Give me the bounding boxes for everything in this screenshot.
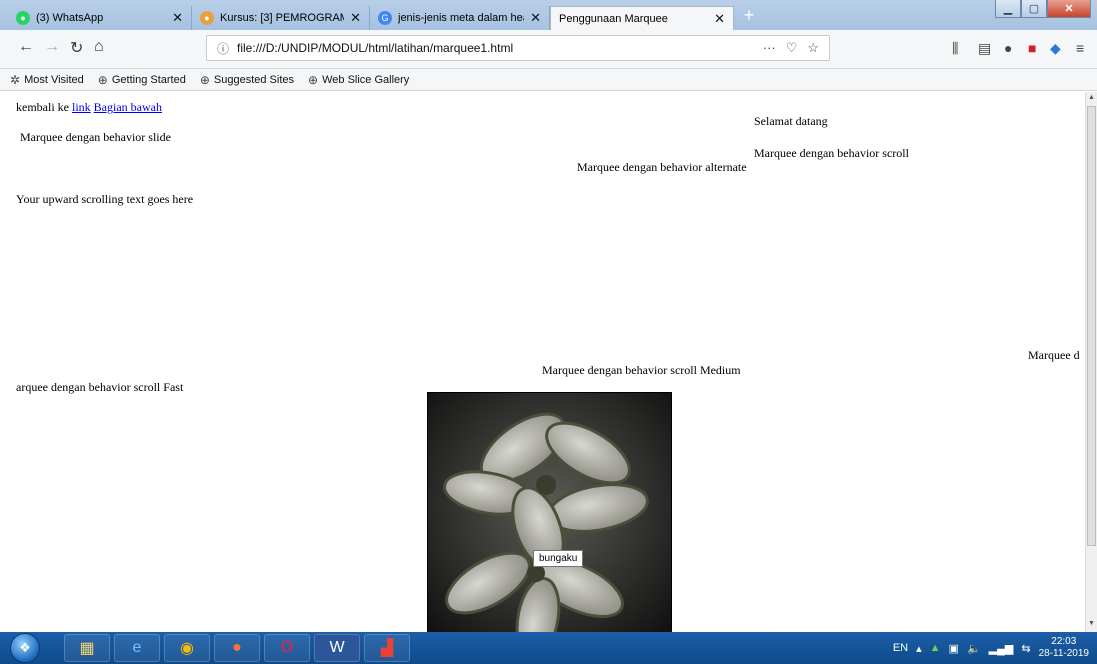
tab-whatsapp[interactable]: ● (3) WhatsApp ✕ bbox=[8, 6, 192, 30]
bookmark-web-slice-gallery[interactable]: ⊕ Web Slice Gallery bbox=[308, 73, 409, 87]
page-content: kembali ke link Bagian bawah Selamat dat… bbox=[0, 92, 1085, 632]
back-prefix: kembali ke bbox=[16, 100, 69, 114]
marquee-scroll: Marquee dengan behavior scroll bbox=[754, 146, 909, 160]
clock[interactable]: 22:03 28-11-2019 bbox=[1039, 636, 1089, 660]
marquee-welcome: Selamat datang bbox=[754, 114, 828, 128]
google-icon: G bbox=[378, 11, 392, 25]
device-icon[interactable]: ▣ bbox=[949, 642, 959, 655]
scroll-up-icon[interactable]: ▲ bbox=[1088, 94, 1095, 101]
marquee-scroll-fast: arquee dengan behavior scroll Fast bbox=[16, 380, 184, 394]
file-explorer-icon[interactable]: ▦ bbox=[64, 634, 110, 662]
moodle-icon: ● bbox=[200, 11, 214, 25]
marquee-slide: Marquee dengan behavior slide bbox=[20, 130, 171, 144]
link-anchor[interactable]: link bbox=[72, 100, 91, 114]
account-icon[interactable]: ● bbox=[1004, 40, 1012, 56]
sidebar-icon[interactable]: ▤ bbox=[978, 40, 991, 57]
windows-taskbar: ❖ ▦ e ◉ ● O W ▟ EN ▴ ▲ ▣ 🔈 ▂▄▆ ⇆ 22:03 2… bbox=[0, 632, 1097, 664]
reload-icon[interactable]: ↻ bbox=[70, 38, 83, 58]
new-tab-button[interactable]: + bbox=[738, 6, 760, 26]
system-tray: EN ▴ ▲ ▣ 🔈 ▂▄▆ ⇆ 22:03 28-11-2019 bbox=[893, 632, 1089, 664]
gear-icon: ✲ bbox=[10, 72, 21, 87]
scrollbar-thumb[interactable] bbox=[1087, 106, 1096, 546]
close-icon[interactable]: ✕ bbox=[172, 10, 183, 26]
globe-icon: ⊕ bbox=[308, 72, 319, 87]
bookmark-label: Suggested Sites bbox=[213, 73, 295, 86]
vertical-scrollbar[interactable]: ▲ ▼ bbox=[1085, 92, 1097, 632]
close-icon[interactable]: ✕ bbox=[350, 10, 361, 26]
extension-icon[interactable]: ■ bbox=[1028, 40, 1036, 56]
bookmark-star-icon[interactable]: ☆ bbox=[807, 40, 819, 56]
tab-penggunaan-marquee[interactable]: Penggunaan Marquee ✕ bbox=[550, 6, 734, 30]
globe-icon: ⊕ bbox=[97, 72, 108, 87]
tab-strip: ● (3) WhatsApp ✕ ● Kursus: [3] PEMROGRAM… bbox=[0, 0, 1097, 30]
close-icon[interactable]: ✕ bbox=[714, 11, 725, 27]
marquee-right-clip: Marquee d bbox=[1028, 348, 1080, 362]
home-icon[interactable]: ⌂ bbox=[94, 38, 104, 56]
show-hidden-icons-icon[interactable]: ▴ bbox=[916, 642, 922, 655]
bookmark-label: Web Slice Gallery bbox=[322, 73, 410, 86]
bookmark-label: Getting Started bbox=[111, 73, 186, 86]
marquee-alternate: Marquee dengan behavior alternate bbox=[577, 160, 747, 174]
flower-image bbox=[427, 392, 672, 632]
bottom-section-link[interactable]: Bagian bawah bbox=[94, 100, 162, 114]
marquee-upward: Your upward scrolling text goes here bbox=[16, 192, 194, 206]
tab-jenis-meta[interactable]: G jenis-jenis meta dalam head ht ✕ bbox=[370, 6, 550, 30]
tab-label: Kursus: [3] PEMROGRAMAN W bbox=[220, 12, 344, 24]
bookmarks-toolbar: ✲ Most Visited ⊕ Getting Started ⊕ Sugge… bbox=[0, 69, 1097, 91]
firefox-icon[interactable]: ● bbox=[214, 634, 260, 662]
scroll-down-icon[interactable]: ▼ bbox=[1088, 620, 1095, 627]
bookmark-label: Most Visited bbox=[24, 73, 84, 86]
clock-time: 22:03 bbox=[1051, 636, 1077, 647]
language-indicator[interactable]: EN bbox=[893, 642, 908, 654]
window-controls: ▁ ▢ ✕ bbox=[995, 0, 1091, 18]
start-button[interactable]: ❖ bbox=[10, 633, 40, 663]
back-icon[interactable]: ← bbox=[18, 38, 34, 56]
network-icon[interactable]: ⇆ bbox=[1021, 642, 1030, 655]
maximize-button[interactable]: ▢ bbox=[1021, 0, 1047, 18]
pocket-icon[interactable]: ♡ bbox=[786, 40, 798, 56]
tab-label: Penggunaan Marquee bbox=[559, 12, 668, 25]
back-link-line: kembali ke link Bagian bawah bbox=[16, 100, 162, 115]
drive-icon[interactable]: ▲ bbox=[930, 642, 941, 654]
word-icon[interactable]: W bbox=[314, 634, 360, 662]
info-icon[interactable]: ⓘ bbox=[217, 40, 229, 57]
whatsapp-icon: ● bbox=[16, 11, 30, 25]
minimize-button[interactable]: ▁ bbox=[995, 0, 1021, 18]
app-icon[interactable]: ▟ bbox=[364, 634, 410, 662]
signal-icon[interactable]: ▂▄▆ bbox=[989, 642, 1014, 655]
flower-illustration bbox=[428, 393, 671, 632]
bookmark-getting-started[interactable]: ⊕ Getting Started bbox=[98, 73, 186, 87]
bookmark-suggested-sites[interactable]: ⊕ Suggested Sites bbox=[200, 73, 294, 87]
bookmark-most-visited[interactable]: ✲ Most Visited bbox=[10, 73, 84, 87]
menu-icon[interactable]: ≡ bbox=[1076, 40, 1084, 56]
opera-icon[interactable]: O bbox=[264, 634, 310, 662]
clock-date: 28-11-2019 bbox=[1038, 648, 1089, 659]
close-icon[interactable]: ✕ bbox=[530, 10, 541, 26]
tab-label: jenis-jenis meta dalam head ht bbox=[398, 12, 524, 24]
tab-label: (3) WhatsApp bbox=[36, 12, 104, 24]
url-text[interactable]: file:///D:/UNDIP/MODUL/html/latihan/marq… bbox=[237, 41, 763, 55]
close-window-button[interactable]: ✕ bbox=[1047, 0, 1091, 18]
globe-icon: ⊕ bbox=[199, 72, 210, 87]
internet-explorer-icon[interactable]: e bbox=[114, 634, 160, 662]
chrome-icon[interactable]: ◉ bbox=[164, 634, 210, 662]
tab-kursus[interactable]: ● Kursus: [3] PEMROGRAMAN W ✕ bbox=[192, 6, 370, 30]
navigation-toolbar: ← → ↻ ⌂ ⓘ file:///D:/UNDIP/MODUL/html/la… bbox=[0, 30, 1097, 69]
forward-icon[interactable]: → bbox=[44, 38, 60, 56]
volume-icon[interactable]: 🔈 bbox=[967, 642, 981, 655]
address-bar[interactable]: ⓘ file:///D:/UNDIP/MODUL/html/latihan/ma… bbox=[206, 35, 830, 61]
library-icon[interactable]: ⫼ bbox=[952, 40, 958, 57]
image-tooltip: bungaku bbox=[533, 550, 584, 567]
translate-icon[interactable]: ◆ bbox=[1050, 40, 1061, 57]
page-actions-icon[interactable]: ··· bbox=[763, 40, 776, 56]
marquee-scroll-medium: Marquee dengan behavior scroll Medium bbox=[542, 363, 741, 377]
